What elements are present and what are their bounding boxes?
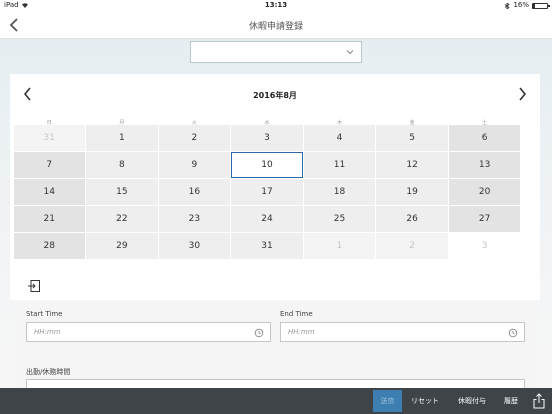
battery-percent: 16% xyxy=(513,1,529,9)
calendar-day[interactable]: 14 xyxy=(13,178,86,205)
leave-type-select[interactable] xyxy=(190,41,362,63)
reset-button[interactable]: リセット xyxy=(406,390,444,412)
calendar-day[interactable]: 17 xyxy=(231,178,303,205)
clock-icon[interactable] xyxy=(508,328,518,338)
calendar-day[interactable]: 20 xyxy=(448,178,521,205)
leave-grant-button[interactable]: 休暇付与 xyxy=(452,390,492,412)
chevron-right-icon[interactable] xyxy=(516,86,528,102)
status-bar: iPad 13:13 16% xyxy=(0,0,552,11)
calendar-day[interactable]: 24 xyxy=(231,205,303,232)
nav-bar: 休暇申請登録 xyxy=(0,11,552,39)
start-time-label: Start Time xyxy=(26,310,63,318)
calendar-day[interactable]: 10 xyxy=(231,151,303,178)
bluetooth-icon xyxy=(505,2,511,9)
calendar-day[interactable]: 3 xyxy=(231,124,303,151)
calendar-day[interactable]: 28 xyxy=(13,232,86,259)
calendar-day[interactable]: 21 xyxy=(13,205,86,232)
calendar-day[interactable]: 22 xyxy=(86,205,158,232)
attendance-label: 出勤/休務時間 xyxy=(26,368,71,376)
calendar-day[interactable]: 27 xyxy=(448,205,521,232)
send-button[interactable]: 送信 xyxy=(373,390,402,412)
footer-toolbar: 送信 リセット 休暇付与 履歴 xyxy=(0,388,552,414)
calendar-day[interactable]: 16 xyxy=(158,178,231,205)
clock-icon[interactable] xyxy=(254,328,264,338)
calendar-day[interactable]: 6 xyxy=(448,124,521,151)
calendar-day[interactable]: 4 xyxy=(303,124,376,151)
calendar-day[interactable]: 1 xyxy=(303,232,376,259)
history-button[interactable]: 履歴 xyxy=(498,390,524,412)
calendar-day[interactable]: 7 xyxy=(13,151,86,178)
calendar-day[interactable]: 3 xyxy=(448,232,521,259)
calendar-day[interactable]: 29 xyxy=(86,232,158,259)
calendar-grid: 31 1 2 3 4 5 6 7 8 9 10 11 12 13 14 15 16 17 18 19 20 21 22 23 2… xyxy=(13,124,521,259)
share-icon[interactable] xyxy=(532,393,546,409)
add-entry-icon[interactable] xyxy=(27,279,41,293)
main-content: 2016年8月 日月火水木金土 31 1 2 3 4 5 6 7 8 9 10 11 12 13 14 15 1… xyxy=(0,39,552,388)
end-time-label: End Time xyxy=(280,310,313,318)
chevron-down-icon xyxy=(346,50,354,55)
calendar-day[interactable]: 19 xyxy=(376,178,448,205)
attendance-input[interactable] xyxy=(26,379,525,388)
calendar-day[interactable]: 2 xyxy=(376,232,448,259)
battery-icon xyxy=(532,2,550,9)
calendar-day[interactable]: 25 xyxy=(303,205,376,232)
end-time-placeholder: HH:mm xyxy=(288,328,315,336)
calendar-day[interactable]: 30 xyxy=(158,232,231,259)
calendar-day[interactable]: 5 xyxy=(376,124,448,151)
calendar-month-label: 2016年8月 xyxy=(253,91,297,100)
start-time-input[interactable]: HH:mm xyxy=(26,322,271,342)
calendar-day[interactable]: 31 xyxy=(231,232,303,259)
calendar-day[interactable]: 18 xyxy=(303,178,376,205)
calendar-day[interactable]: 1 xyxy=(86,124,158,151)
end-time-input[interactable]: HH:mm xyxy=(280,322,525,342)
calendar-day[interactable]: 12 xyxy=(376,151,448,178)
page-title: 休暇申請登録 xyxy=(248,22,303,32)
calendar-day[interactable]: 23 xyxy=(158,205,231,232)
calendar-day[interactable]: 9 xyxy=(158,151,231,178)
calendar-day[interactable]: 13 xyxy=(448,151,521,178)
calendar-day[interactable]: 8 xyxy=(86,151,158,178)
add-panel xyxy=(17,274,535,299)
status-time: 13:13 xyxy=(264,1,288,9)
time-form: Start Time HH:mm End Time HH:mm 出勤/休務時間 xyxy=(17,301,535,388)
calendar-day[interactable]: 11 xyxy=(303,151,376,178)
start-time-placeholder: HH:mm xyxy=(34,328,61,336)
calendar-day[interactable]: 2 xyxy=(158,124,231,151)
calendar-day[interactable]: 31 xyxy=(13,124,86,151)
calendar-day[interactable]: 26 xyxy=(376,205,448,232)
calendar-day[interactable]: 15 xyxy=(86,178,158,205)
status-right: 16% xyxy=(504,0,550,11)
